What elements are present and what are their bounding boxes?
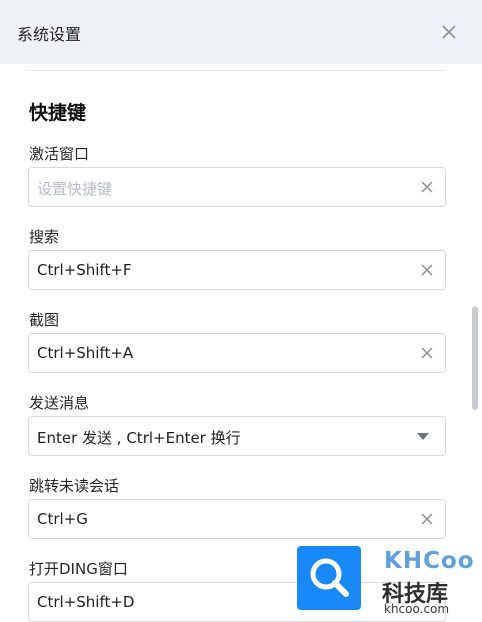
clear-icon[interactable] [419,345,435,361]
shortcut-input-activate-window[interactable]: 设置快捷键 [28,167,446,207]
shortcut-label-search: 搜索 [29,228,60,246]
shortcut-label-screenshot: 截图 [29,311,60,329]
scrollbar-thumb[interactable] [472,306,478,410]
shortcut-value: Ctrl+Shift+D [37,593,135,611]
clear-icon[interactable] [419,511,435,527]
settings-header: 系统设置 [0,0,482,64]
clear-icon[interactable] [419,179,435,195]
clear-icon[interactable] [419,262,435,278]
shortcut-value: Ctrl+Shift+F [37,261,132,279]
shortcut-value: Ctrl+Shift+A [37,344,134,362]
settings-title: 系统设置 [17,25,82,44]
shortcut-label-open-ding: 打开DING窗口 [29,560,128,578]
divider [26,70,444,71]
section-title-shortcuts: 快捷键 [29,102,87,124]
shortcut-input-screenshot[interactable]: Ctrl+Shift+A [28,333,446,373]
shortcut-label-send-message: 发送消息 [29,394,90,412]
magnifier-icon [310,558,349,597]
select-value: Enter 发送 , Ctrl+Enter 换行 [37,429,241,447]
send-message-select[interactable]: Enter 发送 , Ctrl+Enter 换行 [28,416,446,456]
watermark-url: khcoo.com [384,602,450,616]
watermark-brand: KHCoo [384,548,475,574]
shortcut-input-search[interactable]: Ctrl+Shift+F [28,250,446,290]
shortcut-value: Ctrl+G [37,510,88,528]
caret-down-icon[interactable] [417,433,429,440]
shortcut-placeholder: 设置快捷键 [37,180,113,198]
watermark-logo [297,546,361,610]
close-icon[interactable] [439,22,459,42]
shortcut-label-activate-window: 激活窗口 [29,145,90,163]
shortcut-label-jump-unread: 跳转未读会话 [29,477,120,495]
shortcut-input-jump-unread[interactable]: Ctrl+G [28,499,446,539]
